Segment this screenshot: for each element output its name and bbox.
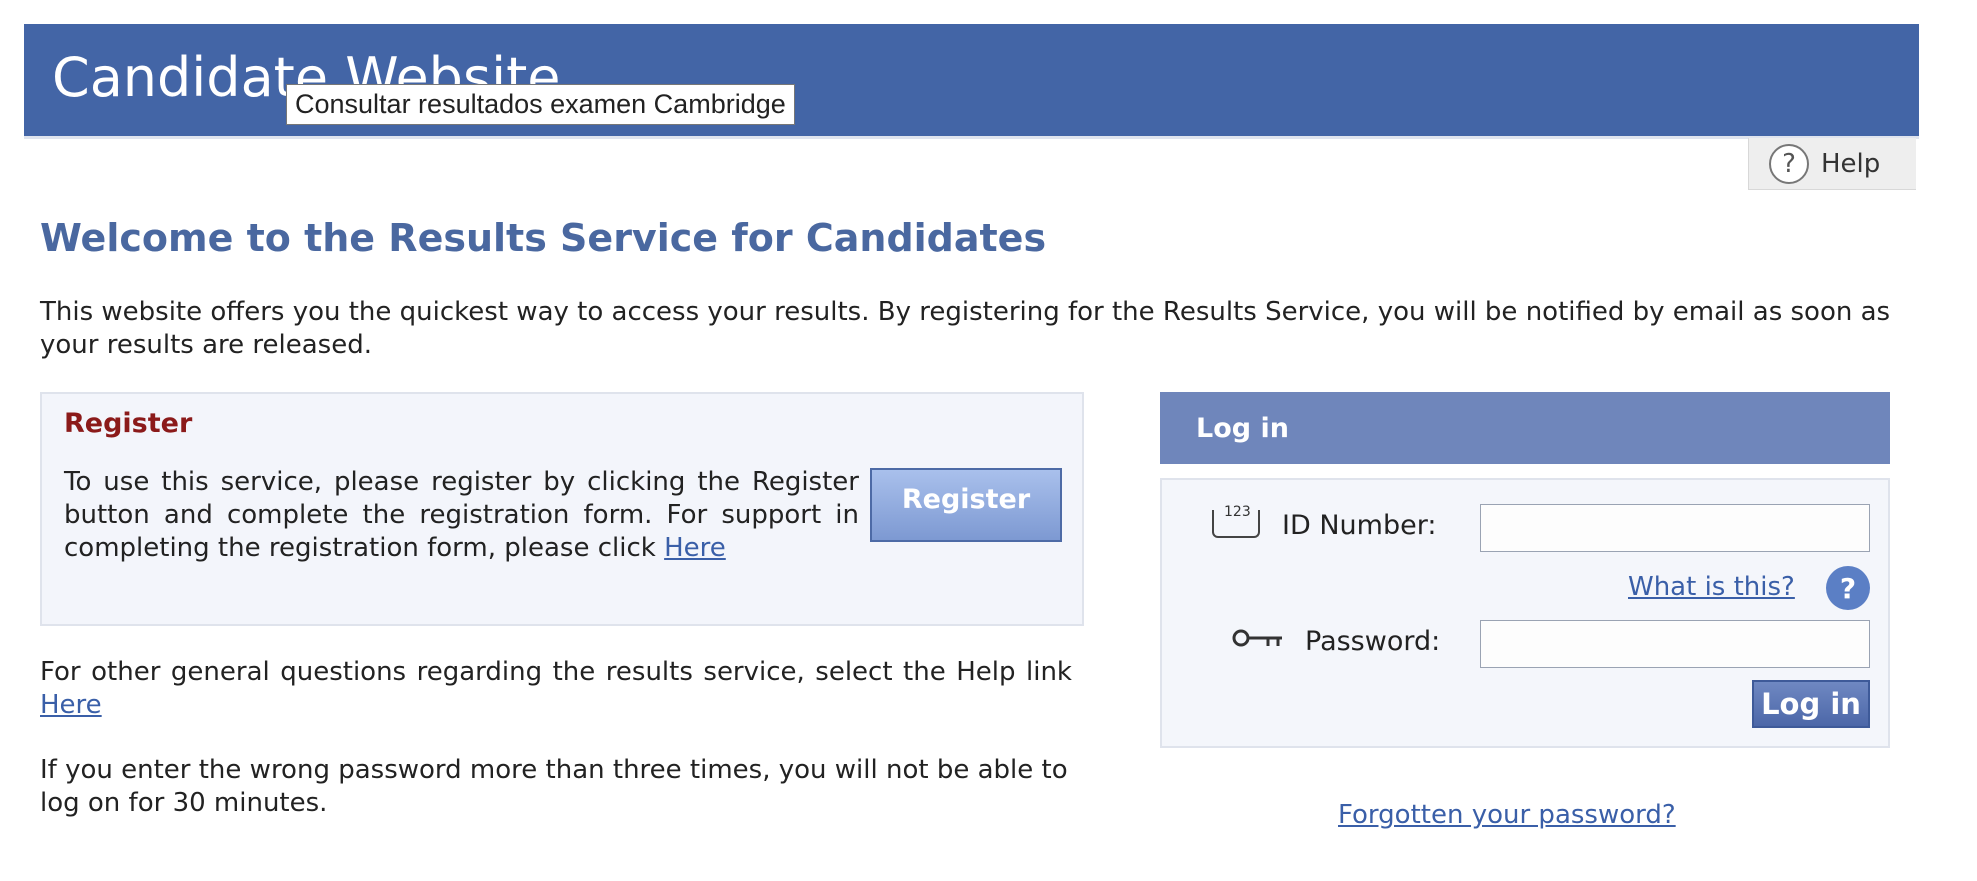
password-label: Password: [1305,626,1441,657]
page-title: Welcome to the Results Service for Candi… [40,216,1047,260]
register-text: To use this service, please register by … [64,467,859,563]
id-number-input[interactable] [1480,504,1870,552]
id-icon-digits: 123 [1224,504,1251,520]
general-questions-text: For other general questions regarding th… [40,657,1072,687]
id-card-icon: 123 [1212,504,1260,538]
tooltip: Consultar resultados examen Cambridge [286,84,795,125]
header-divider [24,136,1919,139]
register-title: Register [64,408,193,439]
lockout-notice: If you enter the wrong password more tha… [40,755,1068,818]
info-question-icon[interactable]: ? [1826,566,1870,610]
key-icon [1232,629,1282,647]
question-circle-icon: ? [1769,143,1809,184]
login-button[interactable]: Log in [1752,680,1870,728]
forgot-password-link[interactable]: Forgotten your password? [1338,800,1676,830]
general-help-link[interactable]: Here [40,690,102,720]
login-header: Log in [1160,392,1890,464]
intro-text: This website offers you the quickest way… [40,297,1891,360]
register-description: To use this service, please register by … [64,466,859,565]
password-input[interactable] [1480,620,1870,668]
help-label: Help [1821,148,1881,179]
register-button[interactable]: Register [870,468,1062,542]
login-panel: 123 ID Number: What is this? ? Password:… [1160,478,1890,748]
register-help-link[interactable]: Here [664,533,726,563]
register-panel: Register To use this service, please reg… [40,392,1084,626]
what-is-this-link[interactable]: What is this? [1628,572,1795,602]
general-questions: For other general questions regarding th… [40,656,1072,722]
id-number-label: ID Number: [1282,510,1437,541]
help-button[interactable]: ? Help [1748,138,1916,190]
